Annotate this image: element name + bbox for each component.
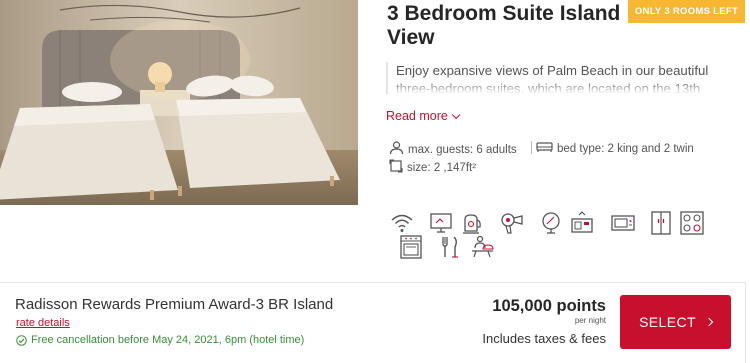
bed-icon	[536, 141, 553, 157]
rate-name: Radisson Rewards Premium Award-3 BR Isla…	[15, 296, 334, 313]
size-icon	[389, 159, 403, 177]
cancellation-label: Free cancellation before May 24, 2021, 6…	[31, 334, 305, 346]
microwave-icon	[611, 211, 635, 235]
person-icon	[389, 141, 404, 159]
room-photo[interactable]	[0, 0, 358, 205]
per-night-label: per night	[574, 316, 606, 325]
hairdryer-icon	[500, 211, 524, 235]
oven-icon	[399, 235, 423, 259]
dining-icon	[438, 235, 462, 259]
description-fade	[388, 80, 734, 94]
wifi-icon	[390, 211, 414, 235]
mirror-icon	[539, 211, 563, 235]
taxes-label: Includes taxes & fees	[482, 331, 606, 346]
points-price: 105,000 points	[492, 297, 606, 315]
room-size: size: 2 ,147ft²	[389, 159, 476, 177]
select-button[interactable]: SELECT	[620, 295, 731, 349]
price-block: 105,000 points per night Includes taxes …	[482, 296, 606, 346]
bed-type-label: bed type: 2 king and 2 twin	[557, 143, 694, 156]
safe-icon	[570, 211, 594, 235]
room-service-icon	[470, 235, 494, 259]
availability-badge: ONLY 3 ROOMS LEFT	[628, 0, 745, 23]
max-guests-label: max. guests: 6 adults	[408, 144, 517, 157]
chevron-down-icon	[451, 110, 461, 120]
room-size-label: size: 2 ,147ft²	[407, 162, 477, 175]
read-more-label: Read more	[386, 109, 448, 123]
stove-icon	[680, 211, 704, 235]
bed-type: bed type: 2 king and 2 twin	[536, 141, 694, 157]
tv-icon	[429, 211, 453, 235]
kettle-icon	[459, 211, 483, 235]
refrigerator-icon	[649, 211, 673, 235]
room-title: 3 Bedroom Suite Island View	[387, 2, 621, 49]
rate-details-link[interactable]: rate details	[16, 317, 70, 329]
select-button-label: SELECT	[639, 314, 696, 330]
free-cancellation: Free cancellation before May 24, 2021, 6…	[16, 334, 304, 349]
chevron-right-icon	[704, 317, 714, 327]
max-guests: max. guests: 6 adults	[389, 141, 517, 159]
check-circle-icon	[16, 335, 27, 349]
read-more-link[interactable]: Read more	[386, 109, 461, 123]
spec-divider	[531, 141, 532, 154]
